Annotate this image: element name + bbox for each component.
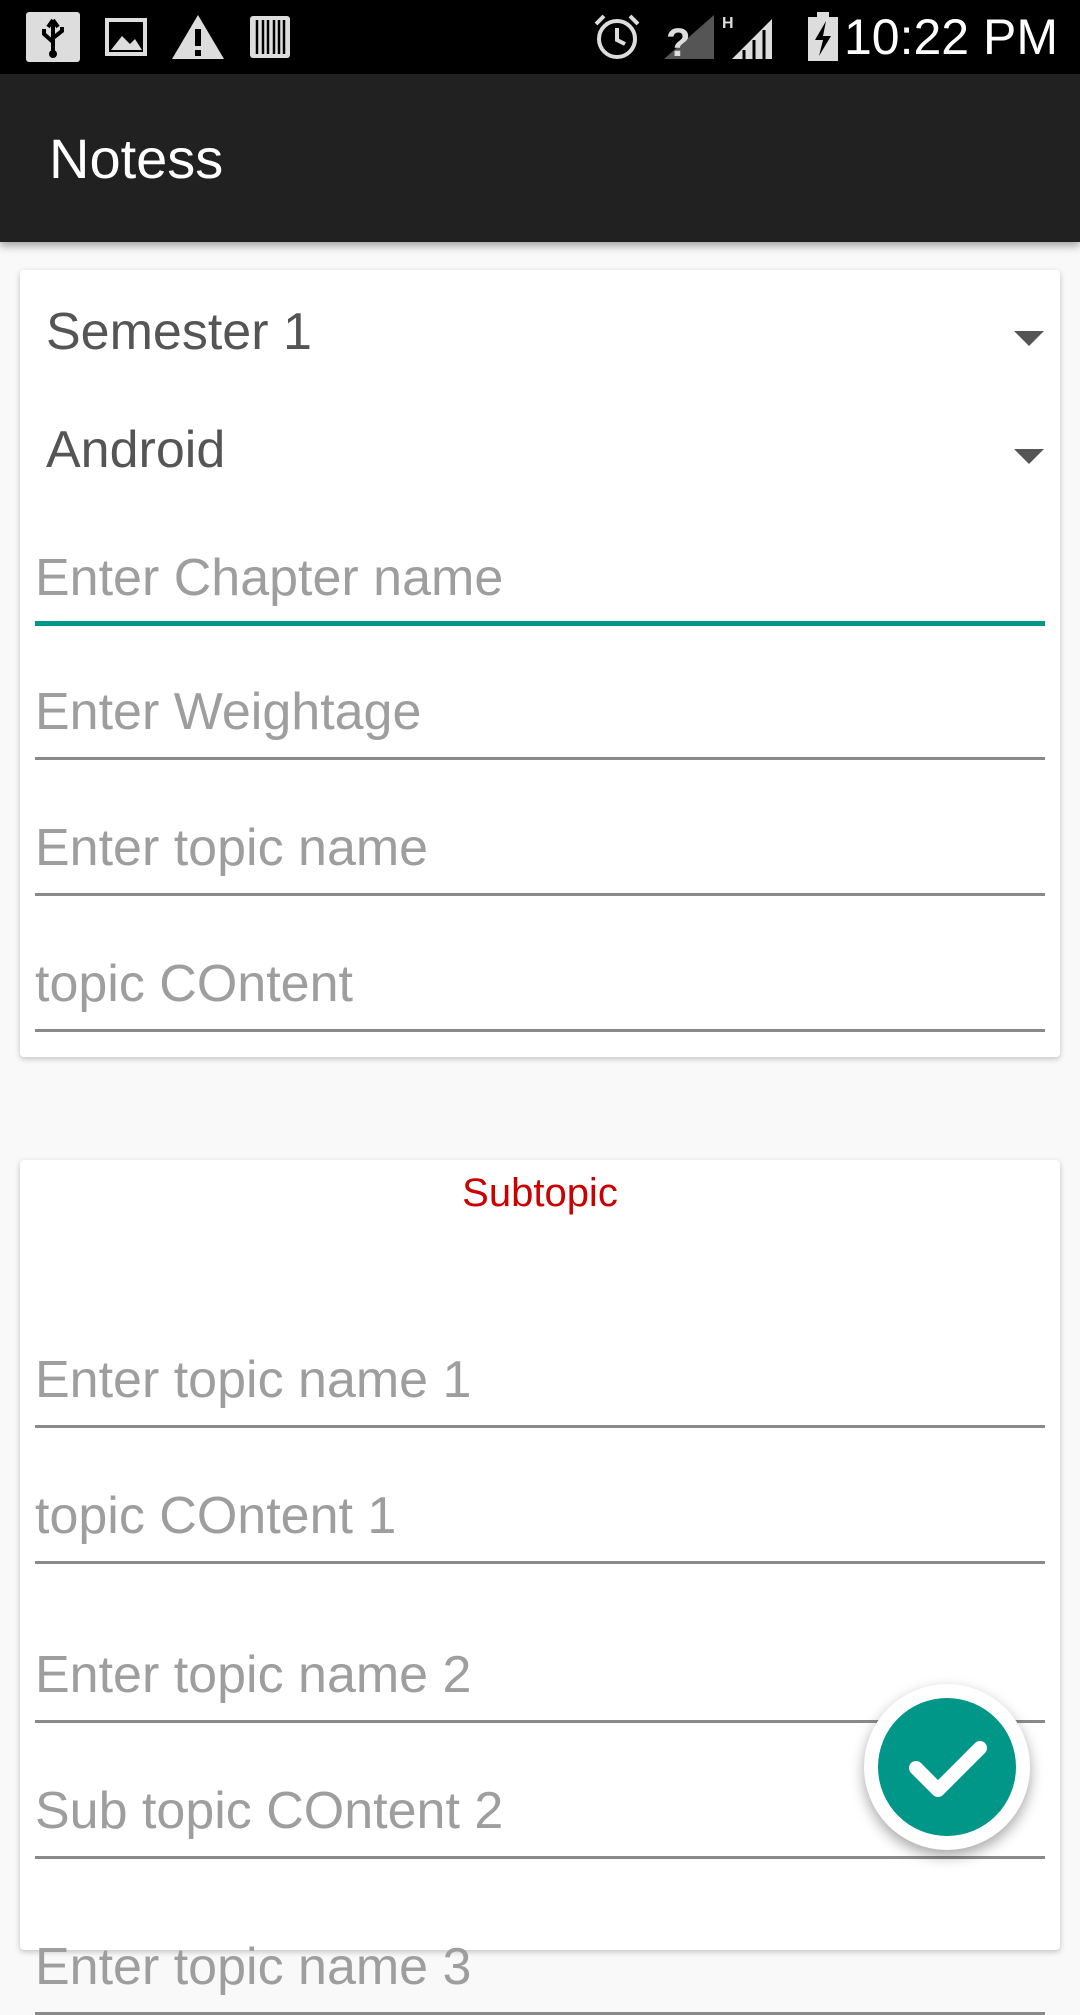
input-underline	[35, 1425, 1045, 1428]
subtopic-heading: Subtopic	[462, 1171, 618, 1215]
fab-inner	[878, 1698, 1016, 1836]
app-bar: Notess	[0, 74, 1080, 242]
input-underline	[35, 757, 1045, 760]
dropdown-arrow-icon	[1014, 449, 1044, 464]
input-underline	[35, 1856, 1045, 1859]
topic-name-placeholder: Enter topic name	[35, 819, 429, 877]
usb-icon	[26, 12, 80, 62]
input-underline	[35, 621, 1045, 626]
subtopic-content-1-placeholder: topic COntent 1	[35, 1487, 397, 1545]
svg-text:H: H	[722, 15, 734, 32]
chapter-name-placeholder: Enter Chapter name	[35, 549, 504, 607]
topic-content-placeholder: topic COntent	[35, 955, 353, 1013]
dropdown-arrow-icon	[1014, 331, 1044, 346]
subtopic-name-1-input[interactable]: Enter topic name 1	[35, 1318, 1045, 1428]
subtopic-content-1-input[interactable]: topic COntent 1	[35, 1454, 1045, 1564]
barcode-icon	[250, 16, 290, 58]
semester-value: Semester 1	[46, 303, 312, 361]
no-sim-icon: ?	[664, 15, 714, 62]
app-title: Notess	[49, 127, 224, 190]
status-time: 10:22 PM	[843, 9, 1058, 65]
alarm-icon	[594, 14, 640, 59]
battery-icon	[808, 12, 838, 61]
subject-value: Android	[46, 421, 226, 479]
input-underline	[35, 1561, 1045, 1564]
subject-spinner[interactable]: Android	[20, 396, 1060, 496]
image-icon	[105, 18, 147, 56]
svg-text:?: ?	[666, 21, 690, 62]
topic-content-input[interactable]: topic COntent	[35, 922, 1045, 1032]
save-fab[interactable]	[864, 1684, 1030, 1850]
subtopic-content-2-placeholder: Sub topic COntent 2	[35, 1782, 504, 1840]
chapter-name-input[interactable]: Enter Chapter name	[35, 516, 1045, 626]
input-underline	[35, 1029, 1045, 1032]
subtopic-name-3-placeholder: Enter topic name 3	[35, 1938, 472, 1996]
warning-icon	[172, 15, 224, 59]
chapter-form-card: Semester 1 Android Enter Chapter name En…	[20, 270, 1060, 1057]
input-underline	[35, 893, 1045, 896]
signal-icon: H	[722, 15, 772, 59]
check-icon	[909, 1741, 987, 1797]
weightage-placeholder: Enter Weightage	[35, 683, 422, 741]
subtopic-name-2-placeholder: Enter topic name 2	[35, 1646, 472, 1704]
semester-spinner[interactable]: Semester 1	[20, 278, 1060, 378]
subtopic-name-3-input[interactable]: Enter topic name 3	[35, 1909, 1045, 2015]
topic-name-input[interactable]: Enter topic name	[35, 786, 1045, 896]
weightage-input[interactable]: Enter Weightage	[35, 650, 1045, 760]
status-bar: ? H 10:22 PM	[0, 0, 1080, 74]
subtopic-name-1-placeholder: Enter topic name 1	[35, 1351, 472, 1409]
